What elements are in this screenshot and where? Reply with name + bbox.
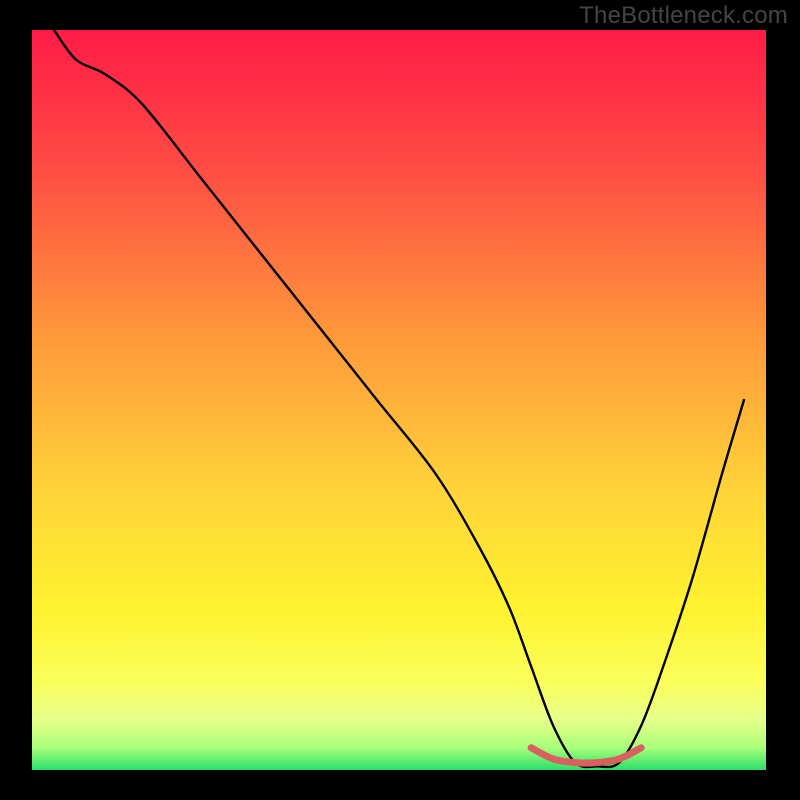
plot-background: [32, 30, 766, 770]
chart-frame: { "watermark": "TheBottleneck.com", "cha…: [0, 0, 800, 800]
bottleneck-chart: [0, 0, 800, 800]
